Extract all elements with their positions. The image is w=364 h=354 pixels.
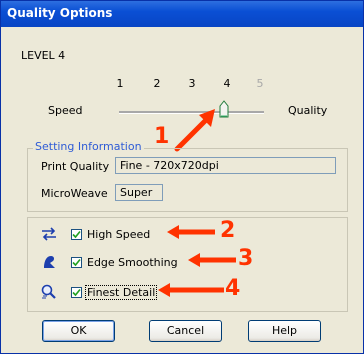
high-speed-icon	[41, 227, 57, 241]
level-label: LEVEL 4	[21, 49, 66, 62]
finest-detail-icon	[41, 284, 58, 299]
callout-arrow-3	[186, 252, 238, 268]
slider-tick-1: 1	[116, 77, 124, 90]
edge-smoothing-label[interactable]: Edge Smoothing	[87, 256, 178, 269]
high-speed-checkbox[interactable]	[71, 229, 82, 240]
slider-tick-4: 4	[223, 77, 231, 90]
slider-min-label: Speed	[48, 104, 83, 117]
window-title: Quality Options	[7, 6, 113, 20]
cancel-button[interactable]: Cancel	[149, 320, 222, 342]
ok-button[interactable]: OK	[42, 320, 115, 342]
callout-number-4: 4	[225, 276, 241, 301]
callout-arrow-1	[171, 105, 223, 153]
setting-information-label: Setting Information	[33, 140, 144, 153]
slider-max-label: Quality	[288, 104, 328, 117]
edge-smoothing-icon	[41, 254, 57, 269]
callout-number-1: 1	[154, 124, 170, 149]
microweave-field: Super	[115, 184, 163, 201]
finest-detail-checkbox[interactable]	[71, 287, 82, 298]
print-quality-label: Print Quality	[41, 160, 110, 173]
high-speed-label[interactable]: High Speed	[87, 228, 150, 241]
finest-detail-label[interactable]: Finest Detail	[85, 285, 158, 300]
help-button[interactable]: Help	[248, 320, 321, 342]
edge-smoothing-checkbox[interactable]	[71, 257, 82, 268]
callout-number-2: 2	[220, 218, 236, 243]
slider-tick-2: 2	[153, 77, 161, 90]
callout-arrow-2	[165, 224, 217, 240]
microweave-label: MicroWeave	[41, 187, 108, 200]
slider-tick-3: 3	[188, 77, 196, 90]
slider-tick-5: 5	[256, 77, 264, 90]
title-bar: Quality Options	[1, 1, 363, 27]
print-quality-field: Fine - 720x720dpi	[115, 157, 336, 174]
quality-options-dialog: Quality Options LEVEL 4 1 2 3 4 5 Speed …	[0, 0, 364, 354]
callout-arrow-4	[156, 282, 226, 298]
callout-number-3: 3	[238, 246, 254, 271]
